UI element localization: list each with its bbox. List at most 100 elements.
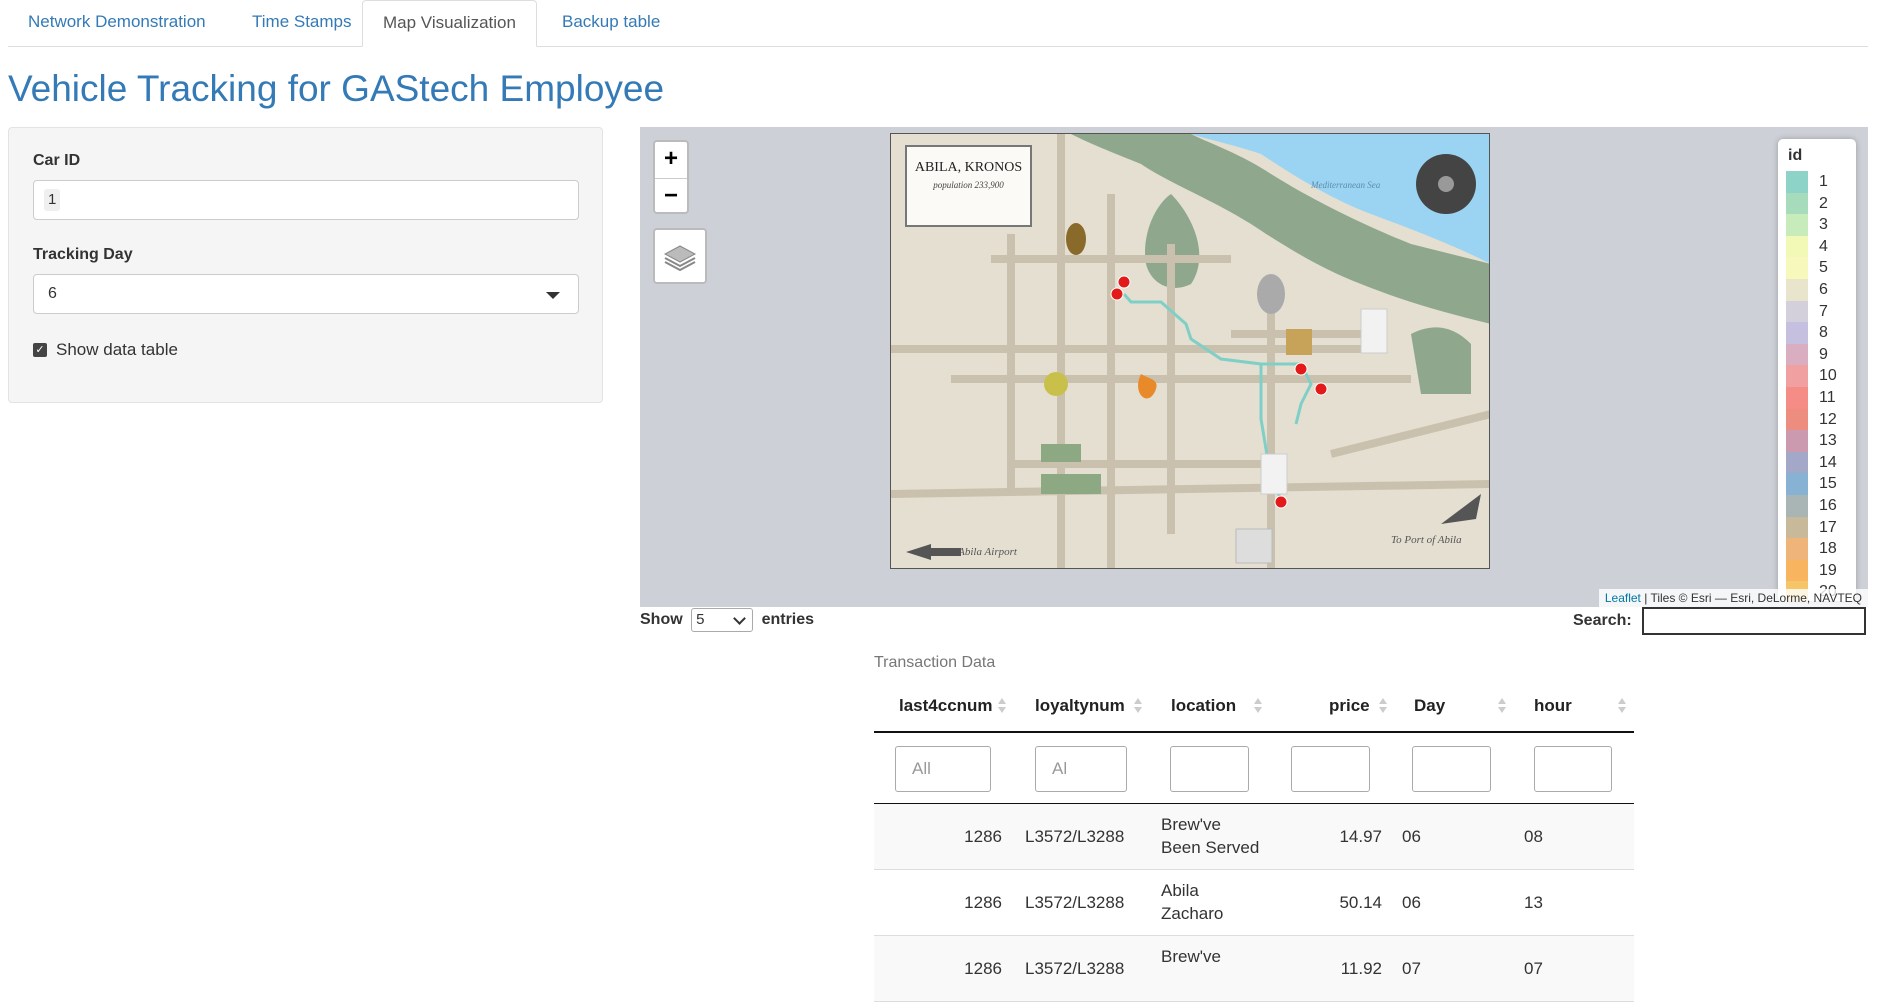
table-row[interactable]: 1286 L3572/L3288 Abila Zacharo 50.14 06 … [874, 870, 1634, 936]
car-id-label: Car ID [33, 152, 81, 169]
legend-label: 7 [1819, 302, 1828, 320]
car-id-chip[interactable]: 1 [44, 189, 61, 211]
zoom-in-button[interactable]: + [655, 142, 687, 177]
map-drawing [891, 134, 1489, 568]
leaflet-link[interactable]: Leaflet [1605, 591, 1641, 605]
legend-label: 12 [1819, 410, 1837, 428]
entries-select-value: 5 [696, 611, 705, 628]
filter-loyaltynum[interactable]: Al [1035, 746, 1127, 792]
filter-placeholder: Al [1052, 759, 1068, 778]
page-title: Vehicle Tracking for GAStech Employee [8, 68, 665, 109]
map-port-label: To Port of Abila [1391, 534, 1462, 546]
table-caption: Transaction Data [874, 654, 996, 671]
legend-title: id [1788, 147, 1803, 164]
col-header-location[interactable]: location [1171, 696, 1236, 716]
legend-swatch [1786, 408, 1808, 431]
tab-bar: Network Demonstration Time Stamps Map Vi… [8, 0, 1868, 47]
col-header-loyaltynum[interactable]: loyaltynum [1035, 696, 1125, 716]
tab-network-demonstration[interactable]: Network Demonstration [8, 0, 226, 46]
col-header-price[interactable]: price [1329, 696, 1370, 716]
legend-swatch [1786, 516, 1808, 539]
tab-backup-table[interactable]: Backup table [542, 0, 680, 46]
legend-label: 13 [1819, 432, 1837, 450]
chevron-down-icon [733, 612, 746, 625]
show-entries-control: Show 5 entries [640, 608, 814, 632]
filter-location[interactable] [1170, 746, 1249, 792]
cell-location-line1: Brew've [1161, 947, 1221, 966]
col-header-hour[interactable]: hour [1534, 696, 1572, 716]
map-title-subtitle: population 233,900 [933, 180, 1004, 190]
entries-select[interactable]: 5 [691, 608, 754, 632]
map-title-card: ABILA, KRONOS [914, 160, 1023, 175]
col-header-day[interactable]: Day [1414, 696, 1445, 716]
legend-swatch [1786, 343, 1808, 366]
cell-price: 14.97 [1339, 827, 1382, 846]
chevron-down-icon [546, 292, 560, 299]
tab-time-stamps[interactable]: Time Stamps [232, 0, 372, 46]
header-divider [874, 731, 1634, 733]
legend-swatch [1786, 322, 1808, 345]
legend-label: 14 [1819, 453, 1837, 471]
cell-day: 06 [1402, 893, 1421, 912]
legend-swatch [1786, 559, 1808, 582]
search-label: Search: [1573, 612, 1632, 629]
tracking-day-label: Tracking Day [33, 246, 133, 263]
cell-hour: 07 [1524, 959, 1543, 978]
search-input[interactable] [1642, 607, 1866, 635]
show-table-checkbox[interactable]: ✓ [33, 343, 47, 357]
legend-label: 8 [1819, 324, 1828, 342]
show-table-label: Show data table [56, 340, 178, 359]
table-row[interactable]: 1286 L3572/L3288 Brew've Been Served 14.… [874, 804, 1634, 870]
cell-location-line2: Zacharo [1161, 904, 1224, 923]
legend-label: 11 [1819, 389, 1836, 406]
legend-label: 19 [1819, 561, 1837, 579]
car-id-input[interactable]: 1 [33, 180, 579, 220]
zoom-control: + − [653, 140, 689, 214]
cell-hour: 08 [1524, 827, 1543, 846]
tab-map-visualization[interactable]: Map Visualization [362, 0, 537, 47]
map-airport-label: To Abila Airport [945, 546, 1017, 558]
cell-location-line2: Been Served [1161, 838, 1260, 857]
filter-placeholder: All [912, 759, 931, 778]
cell-last4ccnum: 1286 [964, 893, 1002, 912]
filter-price[interactable] [1291, 746, 1370, 792]
sidebar-panel: Car ID 1 Tracking Day 6 ✓ Show data tabl… [8, 127, 603, 403]
map-widget[interactable]: ABILA, KRONOS population 233,900 Mediter… [640, 127, 1868, 607]
show-label: Show [640, 611, 683, 629]
entries-label: entries [761, 611, 815, 629]
attribution-text: | Tiles © Esri — Esri, DeLorme, NAVTEQ [1644, 591, 1862, 605]
abila-base-map: ABILA, KRONOS population 233,900 Mediter… [890, 133, 1490, 569]
legend-label: 9 [1819, 345, 1828, 363]
cell-day: 06 [1402, 827, 1421, 846]
legend-swatch [1786, 430, 1808, 453]
filter-hour[interactable] [1534, 746, 1612, 792]
map-legend: id 1234567891011121314151617181920 [1778, 139, 1856, 601]
legend-swatch [1786, 538, 1808, 561]
cell-loyaltynum: L3572/L3288 [1025, 893, 1125, 912]
legend-label: 3 [1819, 216, 1828, 234]
legend-swatch [1786, 257, 1808, 280]
col-header-last4ccnum[interactable]: last4ccnum [899, 696, 993, 716]
tracking-day-select[interactable]: 6 [33, 274, 579, 314]
cell-loyaltynum: L3572/L3288 [1025, 827, 1125, 846]
legend-label: 5 [1819, 259, 1828, 277]
legend-swatch [1786, 279, 1808, 301]
cell-loyaltynum: L3572/L3288 [1025, 959, 1125, 978]
legend-swatch [1786, 171, 1808, 193]
map-attribution: Leaflet | Tiles © Esri — Esri, DeLorme, … [1598, 589, 1868, 607]
legend-swatch [1786, 235, 1808, 258]
filter-last4ccnum[interactable]: All [895, 746, 991, 792]
legend-swatch [1786, 495, 1808, 517]
zoom-out-button[interactable]: − [655, 178, 687, 214]
legend-label: 10 [1819, 367, 1837, 385]
cell-last4ccnum: 1286 [964, 959, 1002, 978]
cell-hour: 13 [1524, 893, 1543, 912]
legend-swatch [1786, 387, 1808, 409]
filter-day[interactable] [1412, 746, 1491, 792]
map-sea-label: Mediterranean Sea [1311, 180, 1381, 190]
legend-label: 1 [1819, 173, 1828, 190]
legend-label: 17 [1819, 518, 1837, 536]
tracking-day-value: 6 [48, 285, 57, 302]
table-row[interactable]: 1286 L3572/L3288 Brew've 11.92 07 07 [874, 936, 1634, 1002]
layers-button[interactable] [653, 228, 707, 284]
